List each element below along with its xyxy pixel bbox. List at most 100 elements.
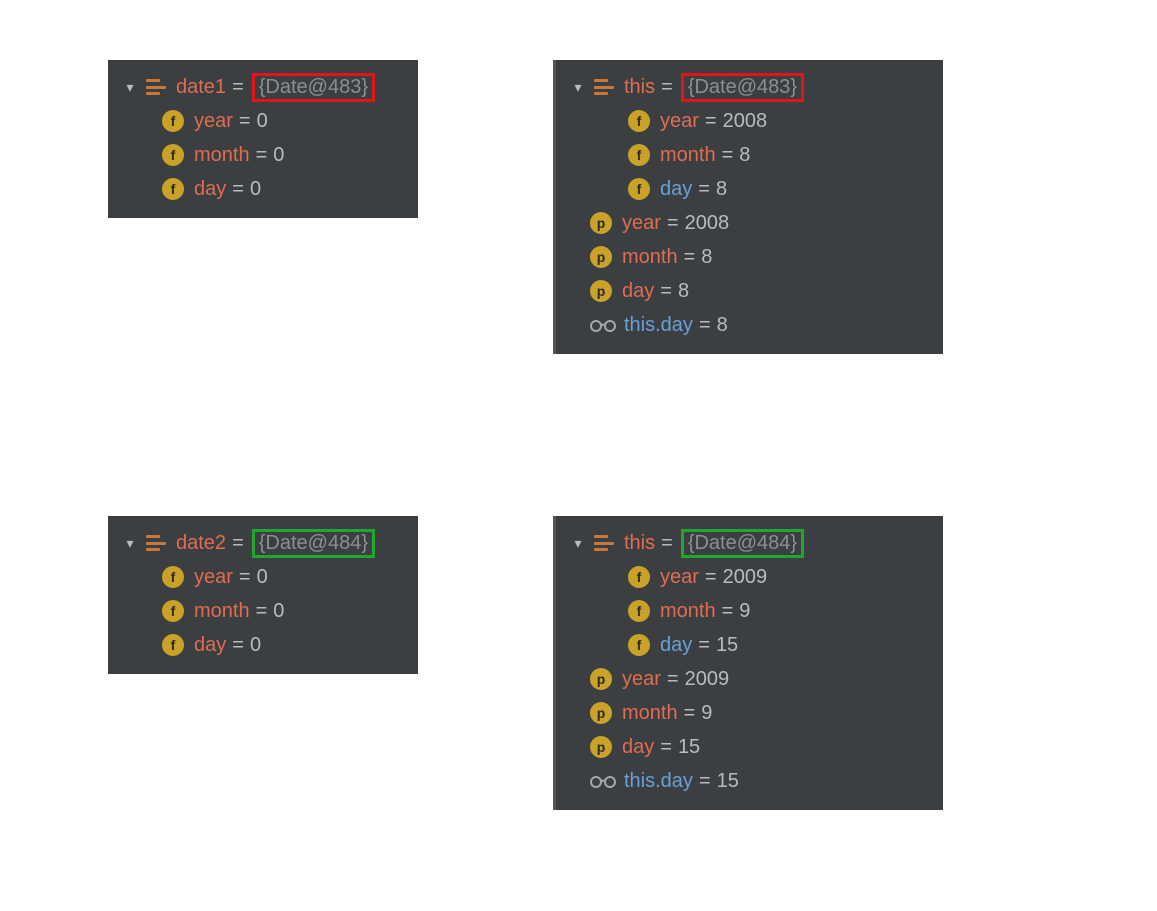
object-ref-highlight: {Date@484} <box>681 529 804 558</box>
field-name: day <box>660 178 692 201</box>
field-name: year <box>194 566 233 589</box>
field-value: 15 <box>716 634 738 657</box>
field-row[interactable]: f month = 0 <box>118 138 408 172</box>
field-value: 0 <box>250 634 261 657</box>
field-row[interactable]: f year = 2009 <box>566 560 933 594</box>
field-icon: f <box>162 634 184 656</box>
watch-value: 15 <box>717 770 739 793</box>
field-value: 9 <box>739 600 750 623</box>
field-name: day <box>660 634 692 657</box>
debug-panel-date2: ▾ date2 = {Date@484} f year = 0 f month … <box>108 516 418 674</box>
object-ref-highlight: {Date@483} <box>681 73 804 102</box>
field-icon: f <box>162 144 184 166</box>
field-row[interactable]: f day = 0 <box>118 172 408 206</box>
object-icon <box>146 78 166 96</box>
param-name: month <box>622 702 678 725</box>
param-row[interactable]: p day = 15 <box>566 730 933 764</box>
field-icon: f <box>162 600 184 622</box>
field-value: 0 <box>257 566 268 589</box>
variable-name: date2 <box>176 532 226 555</box>
field-value: 2008 <box>723 110 768 133</box>
field-name: month <box>194 144 250 167</box>
object-ref: {Date@484} <box>688 532 797 554</box>
object-ref: {Date@483} <box>259 76 368 98</box>
field-row[interactable]: f year = 0 <box>118 560 408 594</box>
field-row[interactable]: f month = 8 <box>566 138 933 172</box>
param-value: 15 <box>678 736 700 759</box>
debug-panel-this-2: ▾ this = {Date@484} f year = 2009 f mont… <box>553 516 943 810</box>
param-icon: p <box>590 736 612 758</box>
debug-panel-date1: ▾ date1 = {Date@483} f year = 0 f month … <box>108 60 418 218</box>
field-row[interactable]: f day = 8 <box>566 172 933 206</box>
param-row[interactable]: p day = 8 <box>566 274 933 308</box>
param-value: 8 <box>701 246 712 269</box>
chevron-down-icon[interactable]: ▾ <box>122 535 138 552</box>
field-row[interactable]: f day = 15 <box>566 628 933 662</box>
object-ref-highlight: {Date@484} <box>252 529 375 558</box>
object-ref-highlight: {Date@483} <box>252 73 375 102</box>
field-name: day <box>194 178 226 201</box>
field-icon: f <box>162 178 184 200</box>
param-icon: p <box>590 280 612 302</box>
field-value: 8 <box>739 144 750 167</box>
param-row[interactable]: p year = 2009 <box>566 662 933 696</box>
field-row[interactable]: f year = 2008 <box>566 104 933 138</box>
field-name: month <box>660 600 716 623</box>
tree-node-head[interactable]: ▾ this = {Date@484} <box>566 526 933 560</box>
field-value: 8 <box>716 178 727 201</box>
debug-panel-this-1: ▾ this = {Date@483} f year = 2008 f mont… <box>553 60 943 354</box>
object-icon <box>146 534 166 552</box>
param-icon: p <box>590 212 612 234</box>
field-icon: f <box>628 566 650 588</box>
field-name: year <box>194 110 233 133</box>
param-icon: p <box>590 702 612 724</box>
chevron-down-icon[interactable]: ▾ <box>570 79 586 96</box>
glasses-icon <box>590 314 616 336</box>
watch-row[interactable]: this.day = 15 <box>566 764 933 798</box>
param-row[interactable]: p month = 9 <box>566 696 933 730</box>
field-name: day <box>194 634 226 657</box>
param-name: year <box>622 668 661 691</box>
variable-name: date1 <box>176 76 226 99</box>
field-row[interactable]: f month = 0 <box>118 594 408 628</box>
tree-node-head[interactable]: ▾ this = {Date@483} <box>566 70 933 104</box>
tree-node-head[interactable]: ▾ date2 = {Date@484} <box>118 526 408 560</box>
param-value: 2008 <box>685 212 730 235</box>
object-icon <box>594 78 614 96</box>
field-value: 0 <box>273 600 284 623</box>
chevron-down-icon[interactable]: ▾ <box>570 535 586 552</box>
field-row[interactable]: f year = 0 <box>118 104 408 138</box>
field-value: 0 <box>250 178 261 201</box>
param-name: year <box>622 212 661 235</box>
field-value: 0 <box>273 144 284 167</box>
watch-value: 8 <box>717 314 728 337</box>
tree-node-head[interactable]: ▾ date1 = {Date@483} <box>118 70 408 104</box>
param-row[interactable]: p month = 8 <box>566 240 933 274</box>
field-value: 0 <box>257 110 268 133</box>
equals-sign: = <box>232 76 244 99</box>
field-row[interactable]: f day = 0 <box>118 628 408 662</box>
canvas: ▾ date1 = {Date@483} f year = 0 f month … <box>0 0 1157 911</box>
glasses-icon <box>590 770 616 792</box>
watch-name: this.day <box>624 770 693 793</box>
field-name: month <box>194 600 250 623</box>
object-ref: {Date@484} <box>259 532 368 554</box>
watch-name: this.day <box>624 314 693 337</box>
param-icon: p <box>590 668 612 690</box>
object-ref: {Date@483} <box>688 76 797 98</box>
watch-row[interactable]: this.day = 8 <box>566 308 933 342</box>
field-icon: f <box>162 566 184 588</box>
variable-name: this <box>624 532 655 555</box>
field-row[interactable]: f month = 9 <box>566 594 933 628</box>
param-icon: p <box>590 246 612 268</box>
param-value: 9 <box>701 702 712 725</box>
param-name: month <box>622 246 678 269</box>
field-icon: f <box>628 600 650 622</box>
field-icon: f <box>628 110 650 132</box>
field-icon: f <box>628 144 650 166</box>
field-name: year <box>660 110 699 133</box>
param-value: 2009 <box>685 668 730 691</box>
chevron-down-icon[interactable]: ▾ <box>122 79 138 96</box>
param-row[interactable]: p year = 2008 <box>566 206 933 240</box>
variable-name: this <box>624 76 655 99</box>
